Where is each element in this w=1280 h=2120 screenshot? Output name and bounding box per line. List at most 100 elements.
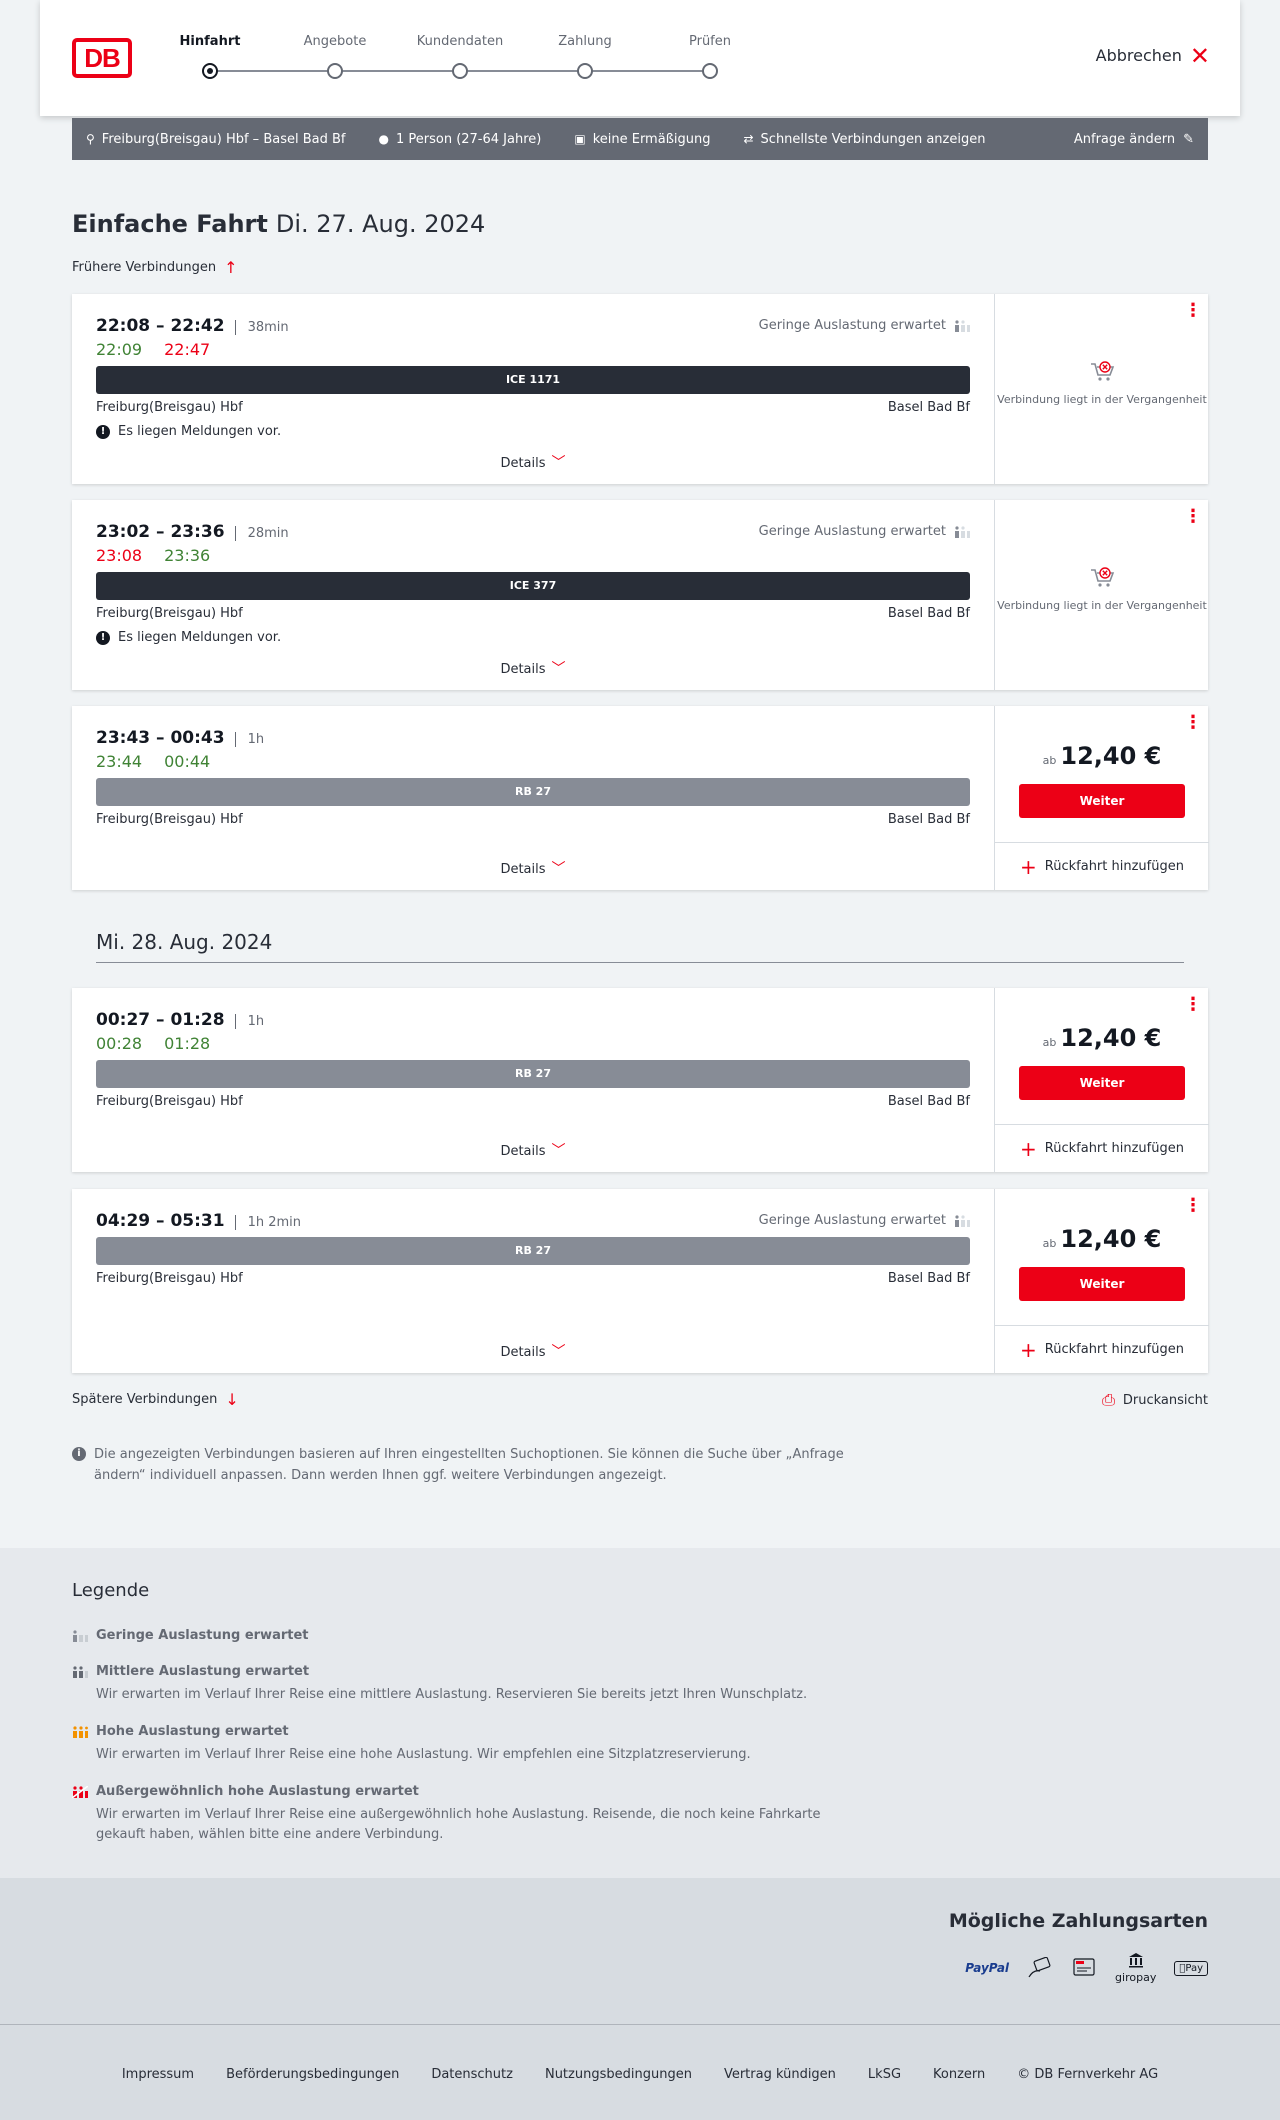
- price: ab 12,40 €: [1042, 1024, 1162, 1052]
- step-hinfahrt[interactable]: Hinfahrt: [155, 34, 265, 79]
- discount-info: ▣ keine Ermäßigung: [574, 131, 711, 147]
- day-separator: Mi. 28. Aug. 2024: [96, 930, 1184, 963]
- footer-links: Impressum Beförderungsbedingungen Datens…: [0, 2067, 1280, 2082]
- earlier-connections-link[interactable]: Frühere Verbindungen ↑: [72, 258, 238, 277]
- connection-main: 00:27 – 01:28 1h 00:28 01:28 RB 27 Freibur…: [72, 988, 994, 1172]
- offer-panel: ⋮ Verbindung liegt in der Vergangenheit: [994, 294, 1208, 484]
- step-dot: [452, 63, 468, 79]
- details-toggle[interactable]: Details ﹀: [72, 1140, 994, 1160]
- page-title: Einfache Fahrt Di. 27. Aug. 2024: [72, 210, 486, 238]
- more-options-icon[interactable]: ⋮: [1184, 714, 1202, 732]
- fastest-info: ⇄ Schnellste Verbindungen anzeigen: [743, 131, 986, 147]
- train-bar[interactable]: RB 27: [96, 1237, 970, 1265]
- continue-button[interactable]: Weiter: [1019, 1267, 1185, 1301]
- footer-link-lksg[interactable]: LkSG: [868, 2067, 901, 2082]
- cart-unavailable-icon: [1091, 567, 1115, 587]
- step-kundendaten: Kundendaten: [405, 34, 515, 79]
- station-row: Freiburg(Breisgau) Hbf Basel Bad Bf: [96, 1094, 970, 1109]
- departure-station: Freiburg(Breisgau) Hbf: [96, 1094, 243, 1109]
- add-return-trip-button[interactable]: + Rückfahrt hinzufügen: [995, 1325, 1209, 1373]
- realtime-arrival: 22:47: [164, 340, 211, 359]
- occupancy-low-icon: [955, 1214, 970, 1227]
- footer-link-impressum[interactable]: Impressum: [122, 2067, 194, 2082]
- price: ab 12,40 €: [1042, 742, 1162, 770]
- more-options-icon[interactable]: ⋮: [1184, 508, 1202, 526]
- train-bar[interactable]: ICE 377: [96, 572, 970, 600]
- add-return-trip-button[interactable]: + Rückfahrt hinzufügen: [995, 1124, 1209, 1172]
- occupancy-low-icon: [955, 525, 970, 538]
- arrow-down-icon: ↓: [225, 1390, 239, 1409]
- step-dot: [577, 63, 593, 79]
- more-options-icon[interactable]: ⋮: [1184, 1197, 1202, 1215]
- print-view-link[interactable]: ⎙ Druckansicht: [1102, 1390, 1208, 1410]
- train-bar[interactable]: RB 27: [96, 778, 970, 806]
- details-toggle[interactable]: Details ﹀: [72, 858, 994, 878]
- realtime-arrival: 23:36: [164, 546, 211, 565]
- close-icon: ✕: [1189, 41, 1210, 70]
- info-icon: i: [72, 1447, 86, 1461]
- realtime-departure: 23:08: [96, 546, 143, 565]
- details-toggle[interactable]: Details ﹀: [72, 658, 994, 678]
- footer-link-vertrag-kuendigen[interactable]: Vertrag kündigen: [724, 2067, 836, 2082]
- step-dot: [702, 63, 718, 79]
- occupancy-low-icon: [73, 1629, 88, 1642]
- connection-main: 23:02 – 23:36 28min 23:08 23:36 Geringe Au…: [72, 500, 994, 690]
- station-row: Freiburg(Breisgau) Hbf Basel Bad Bf: [96, 606, 970, 621]
- past-connection-notice: Verbindung liegt in der Vergangenheit: [995, 358, 1209, 408]
- search-summary-bar: ⚲ Freiburg(Breisgau) Hbf – Basel Bad Bf ●…: [72, 118, 1208, 160]
- duration: 28min: [234, 526, 289, 541]
- sepa-direct-debit-icon: [1073, 1958, 1095, 1976]
- planned-times: 04:29 – 05:31: [96, 1211, 225, 1231]
- change-request-button[interactable]: Anfrage ändern ✎: [1074, 132, 1194, 147]
- footer: Impressum Beförderungsbedingungen Datens…: [0, 2024, 1280, 2120]
- chevron-down-icon: ﹀: [551, 1143, 566, 1159]
- footer-copyright: © DB Fernverkehr AG: [1017, 2067, 1159, 2082]
- credit-card-hand-icon: [1028, 1957, 1051, 1978]
- footer-link-befoerderungsbedingungen[interactable]: Beförderungsbedingungen: [226, 2067, 399, 2082]
- occupancy-indicator: Geringe Auslastung erwartet: [759, 1213, 970, 1228]
- more-options-icon[interactable]: ⋮: [1184, 996, 1202, 1014]
- more-options-icon[interactable]: ⋮: [1184, 302, 1202, 320]
- realtime-arrival: 01:28: [164, 1034, 211, 1053]
- legend-section: Legende Geringe Auslastung erwartet Mitt…: [0, 1548, 1280, 1878]
- offer-panel: ⋮ ab 12,40 € Weiter + Rückfahrt hinzufügen: [994, 1189, 1209, 1373]
- later-connections-link[interactable]: Spätere Verbindungen ↓: [72, 1390, 239, 1409]
- duration: 1h: [234, 732, 265, 747]
- alert-icon: !: [96, 630, 110, 645]
- train-bar[interactable]: RB 27: [96, 1060, 970, 1088]
- occupancy-high-icon: [73, 1725, 88, 1738]
- connection-card: 00:27 – 01:28 1h 00:28 01:28 RB 27 Freibur…: [72, 988, 1209, 1172]
- continue-button[interactable]: Weiter: [1019, 784, 1185, 818]
- footer-link-nutzungsbedingungen[interactable]: Nutzungsbedingungen: [545, 2067, 692, 2082]
- step-pruefen: Prüfen: [655, 34, 765, 79]
- price: ab 12,40 €: [1042, 1225, 1162, 1253]
- departure-station: Freiburg(Breisgau) Hbf: [96, 606, 243, 621]
- departure-station: Freiburg(Breisgau) Hbf: [96, 400, 243, 415]
- departure-station: Freiburg(Breisgau) Hbf: [96, 812, 243, 827]
- pencil-icon: ✎: [1183, 131, 1194, 147]
- cart-unavailable-icon: [1091, 361, 1115, 381]
- footer-link-konzern[interactable]: Konzern: [933, 2067, 985, 2082]
- realtime-times: 00:28 01:28: [96, 1034, 232, 1053]
- cancel-button[interactable]: Abbrechen ✕: [1096, 41, 1210, 70]
- arrival-station: Basel Bad Bf: [887, 400, 970, 415]
- offer-panel: ⋮ ab 12,40 € Weiter + Rückfahrt hinzufügen: [994, 706, 1209, 890]
- details-toggle[interactable]: Details ﹀: [72, 1341, 994, 1361]
- paypal-icon: PayPal: [965, 1961, 1010, 1975]
- add-return-trip-button[interactable]: + Rückfahrt hinzufügen: [995, 842, 1209, 890]
- service-message: ! Es liegen Meldungen vor.: [96, 424, 281, 439]
- payment-methods-title: Mögliche Zahlungsarten: [948, 1910, 1208, 1932]
- occupancy-medium-icon: [73, 1665, 88, 1678]
- duration: 1h: [234, 1014, 265, 1029]
- connection-card: 23:02 – 23:36 28min 23:08 23:36 Geringe Au…: [72, 500, 1208, 690]
- continue-button[interactable]: Weiter: [1019, 1066, 1185, 1100]
- db-logo[interactable]: DB: [72, 38, 132, 78]
- train-bar[interactable]: ICE 1171: [96, 366, 970, 394]
- planned-times: 23:43 – 00:43: [96, 728, 225, 748]
- service-message: ! Es liegen Meldungen vor.: [96, 630, 281, 645]
- footer-link-datenschutz[interactable]: Datenschutz: [431, 2067, 513, 2082]
- giropay-icon: giropay: [1115, 1952, 1156, 1984]
- plus-icon: +: [1020, 1337, 1037, 1362]
- offer-panel: ⋮ ab 12,40 € Weiter + Rückfahrt hinzufügen: [994, 988, 1209, 1172]
- details-toggle[interactable]: Details ﹀: [72, 452, 994, 472]
